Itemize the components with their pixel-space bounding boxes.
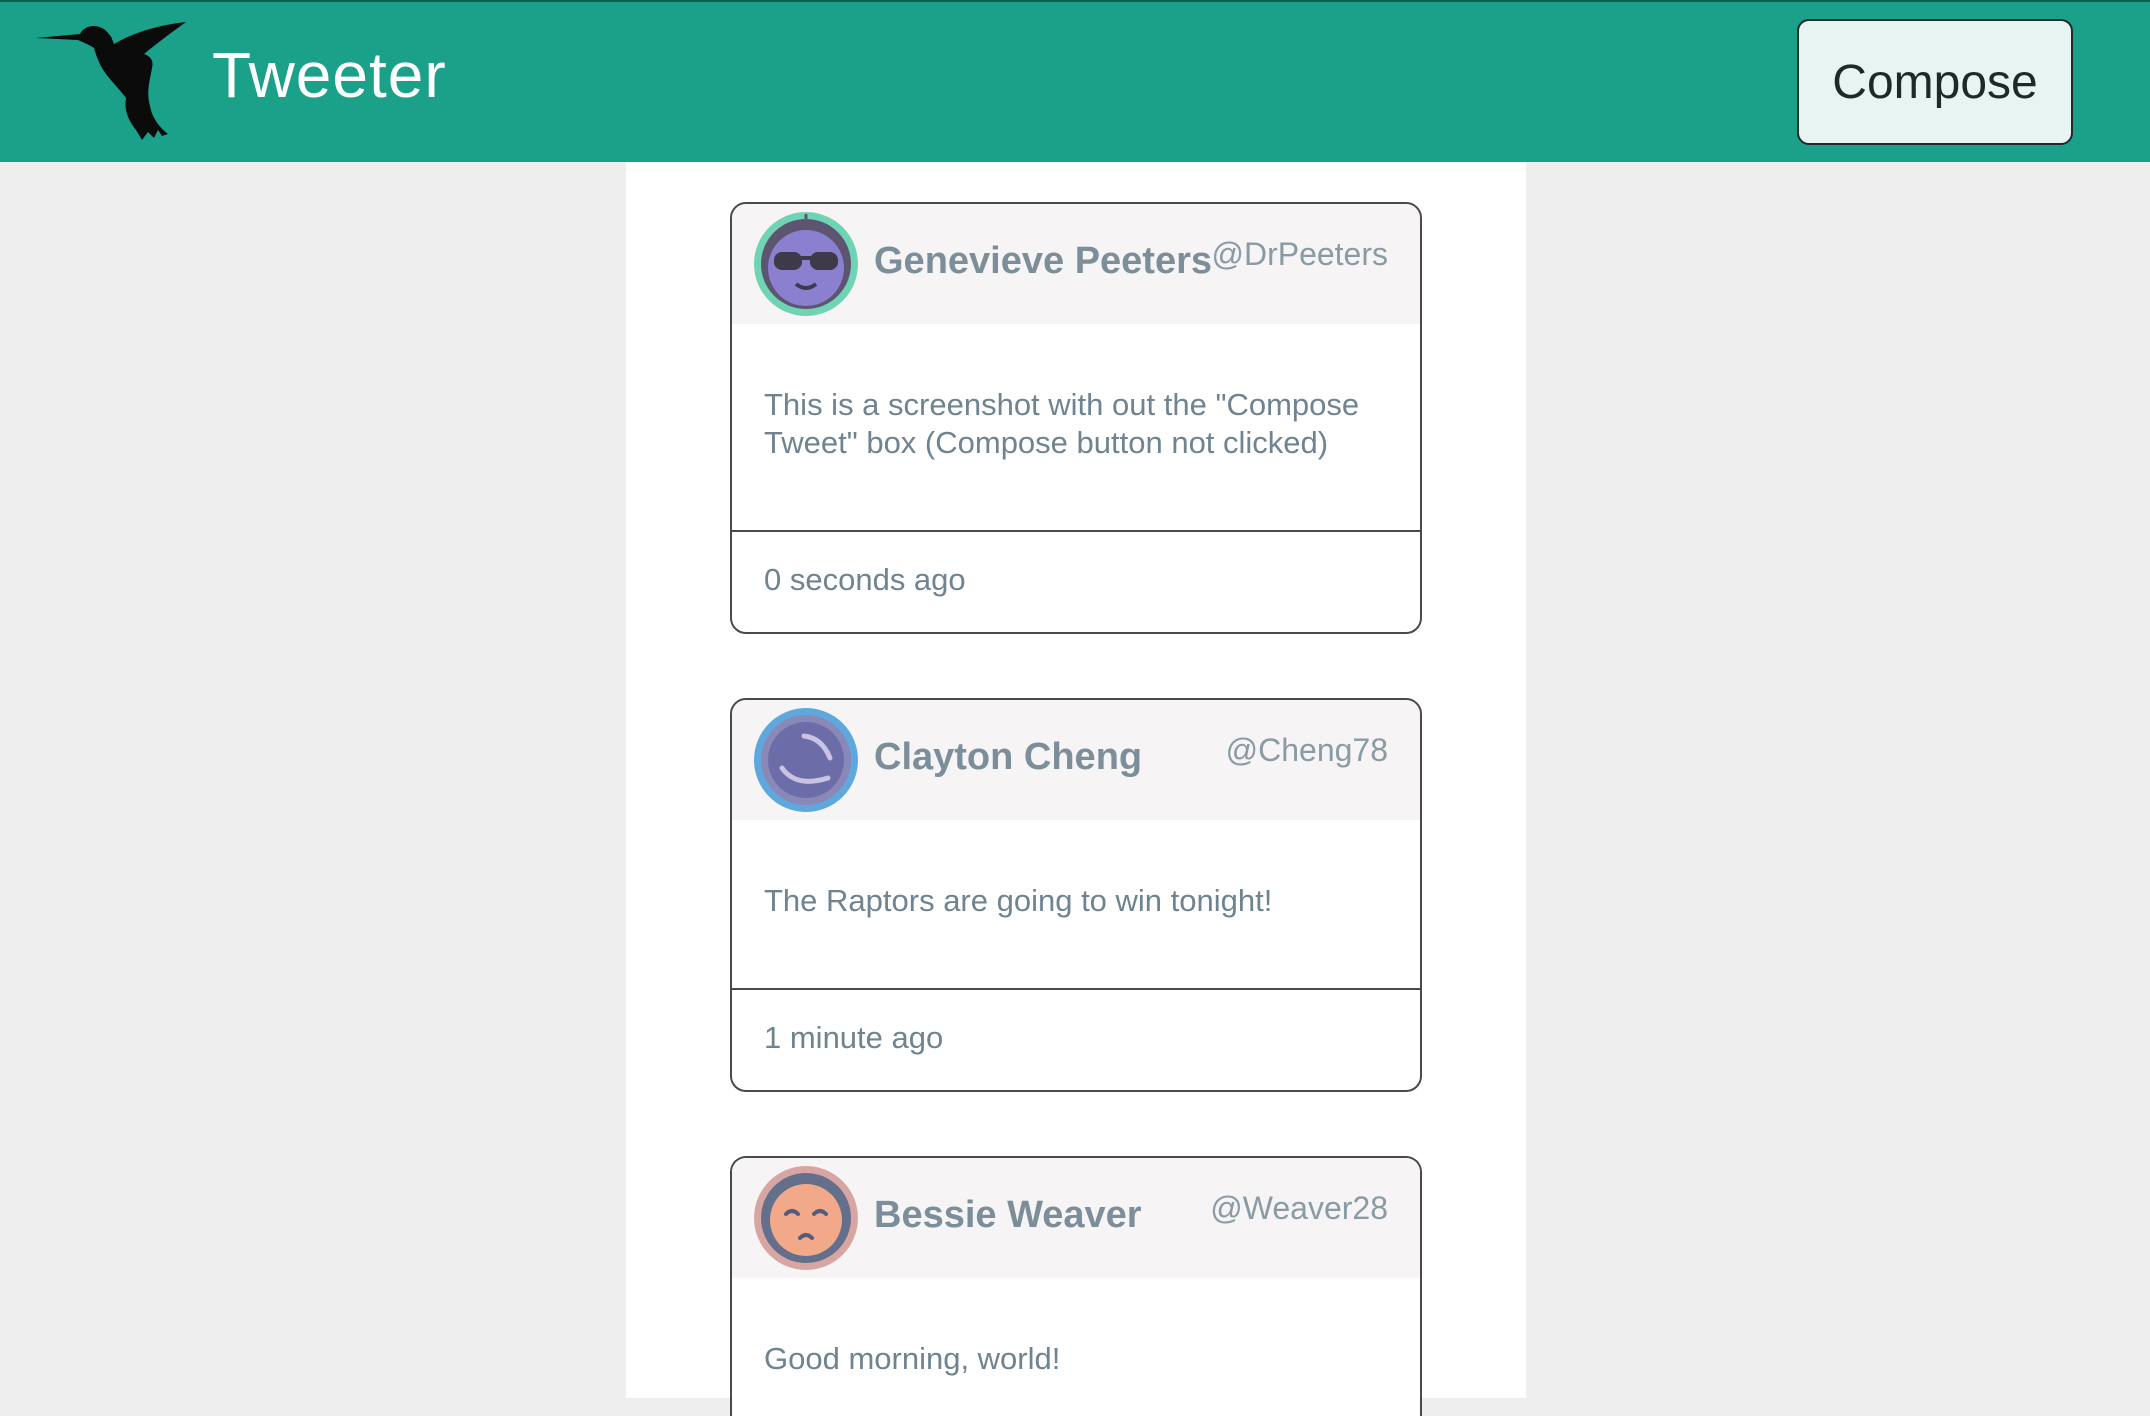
tweet-author-handle: @DrPeeters — [1211, 236, 1388, 272]
brand-title[interactable]: Tweeter — [212, 38, 447, 112]
compose-button[interactable]: Compose — [1797, 19, 2073, 145]
hummingbird-icon — [36, 22, 186, 140]
tweet-author-handle: @Weaver28 — [1210, 1190, 1388, 1226]
navbar: Tweeter Compose — [0, 0, 2150, 162]
tweet-feed: Genevieve Peeters @DrPeeters This is a s… — [626, 162, 1526, 1416]
tweet-card: Bessie Weaver @Weaver28 Good morning, wo… — [730, 1156, 1422, 1416]
tweet-text: This is a screenshot with out the "Compo… — [764, 387, 1360, 460]
sleepy-face-avatar-icon — [754, 1166, 858, 1270]
tweet-text: Good morning, world! — [764, 1341, 1061, 1376]
sunglasses-avatar-icon — [754, 212, 858, 316]
tweet-header: Bessie Weaver @Weaver28 — [732, 1158, 1420, 1278]
tweet-author-handle: @Cheng78 — [1225, 732, 1388, 768]
tweet-card: Genevieve Peeters @DrPeeters This is a s… — [730, 202, 1422, 634]
planet-avatar-icon — [754, 708, 858, 812]
tweet-timestamp: 0 seconds ago — [732, 530, 1420, 632]
tweet-author-name: Bessie Weaver — [874, 1194, 1142, 1236]
tweet-card: Clayton Cheng @Cheng78 The Raptors are g… — [730, 698, 1422, 1092]
tweet-header: Clayton Cheng @Cheng78 — [732, 700, 1420, 820]
tweet-timestamp: 1 minute ago — [732, 988, 1420, 1090]
tweet-author-name: Clayton Cheng — [874, 736, 1143, 778]
tweet-header: Genevieve Peeters @DrPeeters — [732, 204, 1420, 324]
tweet-text: The Raptors are going to win tonight! — [764, 883, 1273, 918]
tweet-author-name: Genevieve Peeters — [874, 240, 1213, 282]
